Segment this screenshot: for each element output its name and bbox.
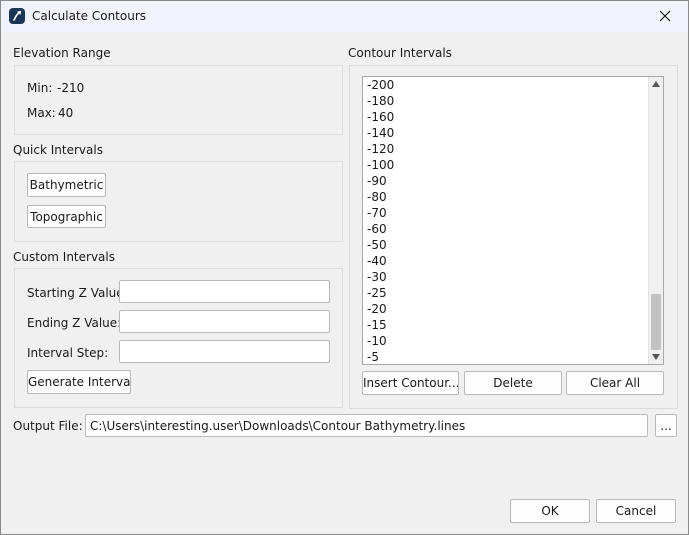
scroll-thumb[interactable] bbox=[651, 294, 661, 350]
min-label: Min: bbox=[27, 81, 53, 95]
contour-list-item[interactable]: -80 bbox=[363, 189, 648, 205]
output-file-label: Output File: bbox=[13, 419, 83, 433]
interval-step-label: Interval Step: bbox=[27, 346, 109, 360]
contour-list-item[interactable]: -20 bbox=[363, 301, 648, 317]
topographic-button[interactable]: Topographic bbox=[27, 205, 106, 228]
max-value: 40 bbox=[58, 106, 74, 120]
delete-button[interactable]: Delete bbox=[464, 371, 562, 395]
ok-button[interactable]: OK bbox=[510, 499, 590, 523]
contour-list-item[interactable]: -5 bbox=[363, 349, 648, 364]
custom-intervals-group: Starting Z Value: Ending Z Value: Interv… bbox=[14, 268, 343, 408]
starting-z-input[interactable] bbox=[119, 280, 330, 303]
contour-list-item[interactable]: -10 bbox=[363, 333, 648, 349]
insert-contour-button[interactable]: Insert Contour... bbox=[362, 371, 459, 395]
quick-intervals-heading: Quick Intervals bbox=[13, 143, 103, 157]
contour-list-item[interactable]: -140 bbox=[363, 125, 648, 141]
contour-list-item[interactable]: -120 bbox=[363, 141, 648, 157]
generate-intervals-button[interactable]: Generate Intervals bbox=[27, 370, 131, 394]
browse-button[interactable]: ... bbox=[655, 414, 677, 437]
contour-list-items: -200 -180 -160 -140 -120 -100 -90 -80 -70 -60 -50-… bbox=[363, 77, 648, 364]
output-file-input[interactable] bbox=[85, 414, 648, 437]
contour-list-item[interactable]: -70 bbox=[363, 205, 648, 221]
contour-intervals-heading: Contour Intervals bbox=[348, 46, 452, 60]
close-button[interactable] bbox=[642, 1, 688, 32]
scroll-up-button[interactable] bbox=[649, 77, 663, 91]
title-bar: Calculate Contours bbox=[1, 1, 688, 32]
close-icon[interactable] bbox=[659, 10, 671, 22]
ending-z-label: Ending Z Value: bbox=[27, 316, 122, 330]
window-title: Calculate Contours bbox=[32, 9, 147, 23]
clear-all-button[interactable]: Clear All bbox=[566, 371, 664, 395]
contour-list-item[interactable]: -60 bbox=[363, 221, 648, 237]
contour-list-item[interactable]: -40 bbox=[363, 253, 648, 269]
scroll-down-arrow-icon[interactable] bbox=[652, 354, 660, 360]
list-scrollbar[interactable] bbox=[648, 77, 663, 364]
cancel-button[interactable]: Cancel bbox=[596, 499, 676, 523]
contour-list-item[interactable]: -50 bbox=[363, 237, 648, 253]
contour-list-item[interactable]: -160 bbox=[363, 109, 648, 125]
contour-list-item[interactable]: -30 bbox=[363, 269, 648, 285]
quick-intervals-group: Bathymetric Topographic bbox=[14, 161, 343, 242]
min-value: -210 bbox=[57, 81, 85, 95]
bathymetric-button[interactable]: Bathymetric bbox=[27, 173, 106, 197]
max-label: Max: bbox=[27, 106, 56, 120]
custom-intervals-heading: Custom Intervals bbox=[13, 250, 115, 264]
contour-list-item[interactable]: -15 bbox=[363, 317, 648, 333]
starting-z-label: Starting Z Value: bbox=[27, 286, 128, 300]
contour-list-item[interactable]: -25 bbox=[363, 285, 648, 301]
contour-list-item[interactable]: -200 bbox=[363, 77, 648, 93]
calculate-contours-dialog: Calculate Contours Elevation Range Min: … bbox=[0, 0, 689, 535]
scroll-up-arrow-icon[interactable] bbox=[652, 81, 660, 87]
scroll-down-button[interactable] bbox=[649, 350, 663, 364]
app-icon bbox=[9, 8, 25, 24]
contour-list-item[interactable]: -180 bbox=[363, 93, 648, 109]
contour-list-item[interactable]: -100 bbox=[363, 157, 648, 173]
elevation-range-heading: Elevation Range bbox=[13, 46, 111, 60]
interval-step-input[interactable] bbox=[119, 340, 330, 363]
contour-intervals-list[interactable]: -200 -180 -160 -140 -120 -100 -90 -80 -70 -60 -50-… bbox=[362, 76, 664, 365]
ending-z-input[interactable] bbox=[119, 310, 330, 333]
elevation-range-group: Min: -210 Max: 40 bbox=[14, 65, 343, 135]
contour-list-item[interactable]: -90 bbox=[363, 173, 648, 189]
